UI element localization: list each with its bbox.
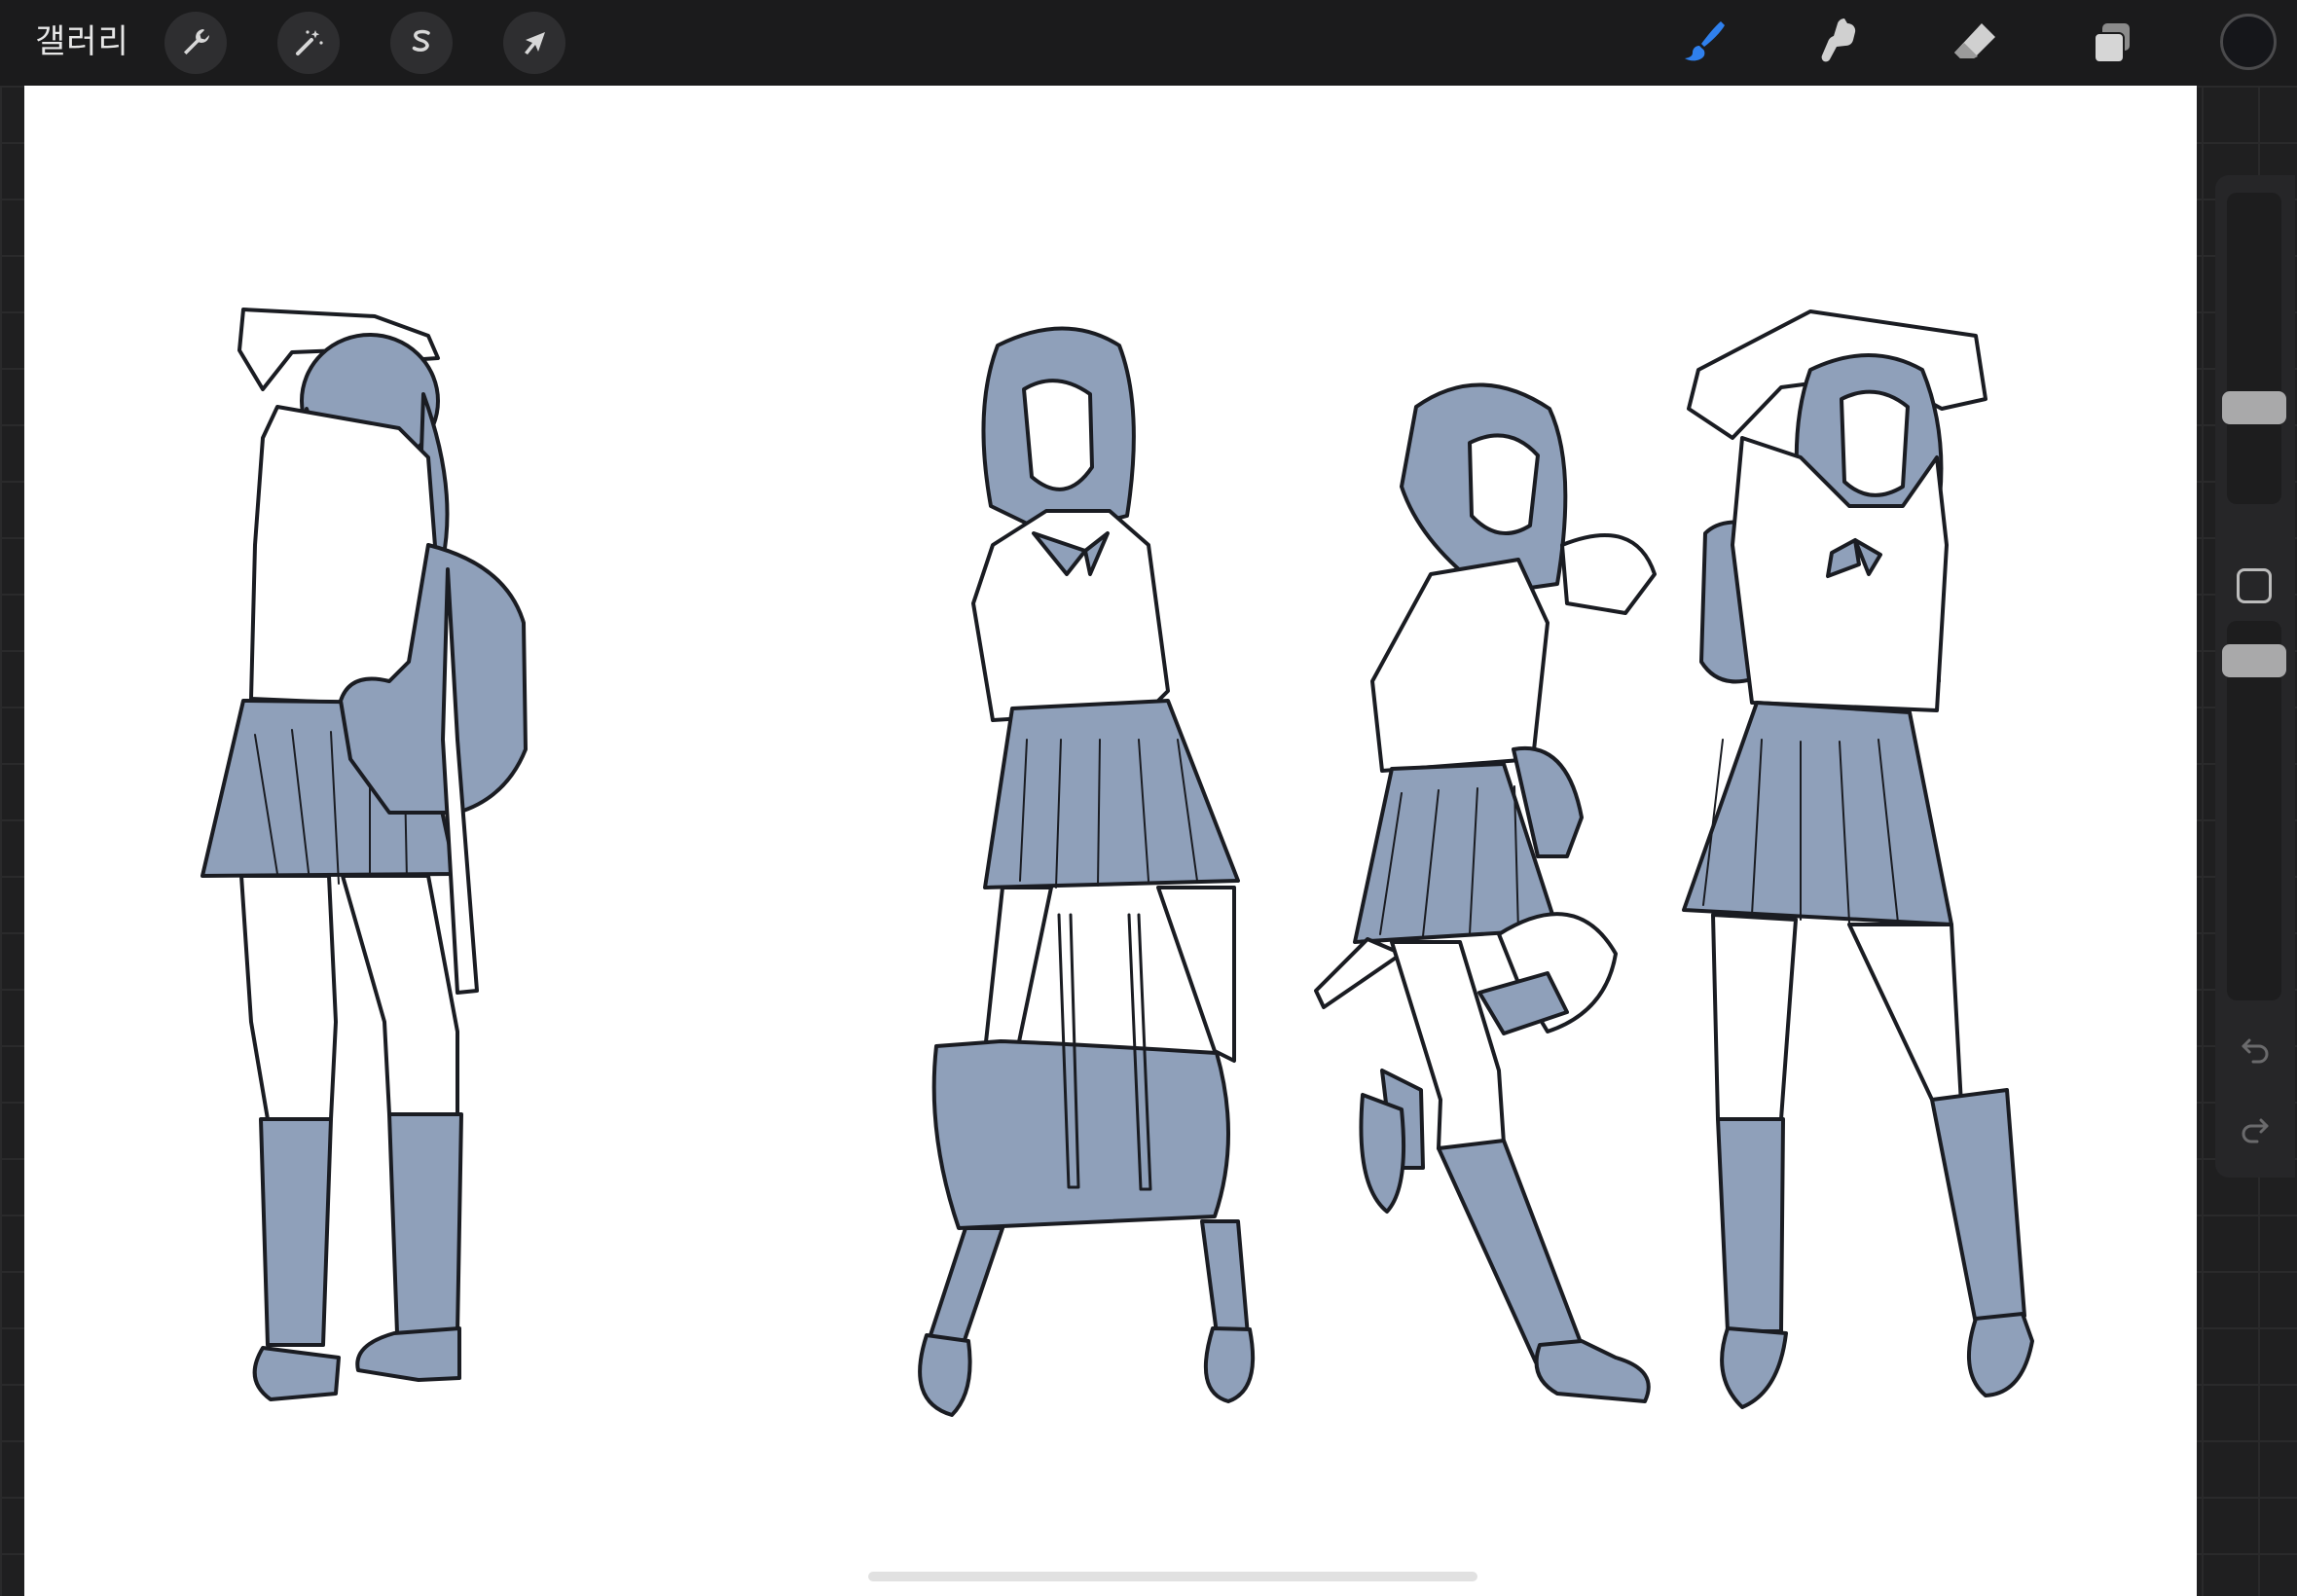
selection-s-icon <box>412 29 430 52</box>
actions-button[interactable] <box>164 12 227 74</box>
figure-arms-over-head <box>1682 309 2034 1409</box>
redo-button[interactable] <box>2235 1107 2276 1148</box>
figure-holding-bag <box>918 326 1256 1417</box>
eraser-icon <box>1954 23 1995 58</box>
figure-leg-raised <box>1314 382 1657 1403</box>
undo-icon <box>2242 1038 2269 1064</box>
opacity-slider[interactable] <box>2222 621 2286 1000</box>
brush-tool-button[interactable] <box>1670 10 1736 76</box>
illustration-artwork <box>201 308 2034 1417</box>
adjustments-button[interactable] <box>277 12 340 74</box>
brush-size-slider[interactable] <box>2222 193 2286 504</box>
figure-back-view <box>201 308 528 1401</box>
selection-button[interactable] <box>390 12 453 74</box>
eraser-tool-button[interactable] <box>1943 10 2009 76</box>
arrow-cursor-icon <box>525 32 545 54</box>
smudge-tool-button[interactable] <box>1806 10 1873 76</box>
scroll-indicator <box>868 1572 1477 1581</box>
top-toolbar: 갤러리 <box>0 0 2297 86</box>
layers-button[interactable] <box>2079 10 2145 76</box>
square-modify-icon[interactable] <box>2237 568 2272 603</box>
drawing-canvas[interactable] <box>24 86 2197 1596</box>
magic-wand-icon <box>296 30 323 55</box>
undo-button[interactable] <box>2235 1028 2276 1069</box>
layers-icon <box>2094 23 2130 63</box>
gallery-button[interactable]: 갤러리 <box>35 18 129 66</box>
right-sidebar <box>2215 175 2295 1178</box>
brush-size-knob[interactable] <box>2222 391 2286 424</box>
smudge-finger-icon <box>1821 18 1856 62</box>
redo-icon <box>2242 1118 2269 1143</box>
color-picker-button[interactable] <box>2220 14 2277 70</box>
transform-button[interactable] <box>503 12 565 74</box>
wrench-icon <box>184 29 209 54</box>
brush-icon <box>1685 21 1725 61</box>
opacity-knob[interactable] <box>2222 644 2286 677</box>
